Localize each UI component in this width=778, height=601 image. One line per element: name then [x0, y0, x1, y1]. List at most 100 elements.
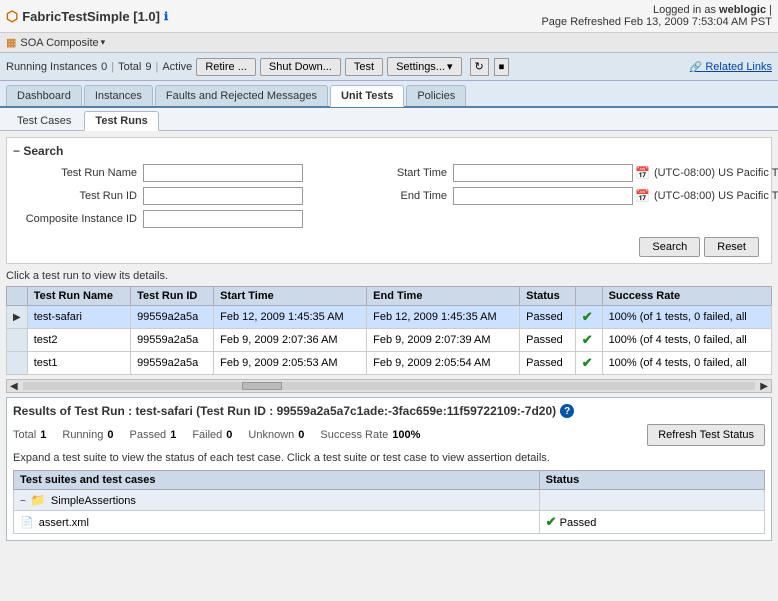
tab-unit-tests[interactable]: Unit Tests — [330, 85, 404, 107]
col-status[interactable]: Status — [520, 287, 576, 306]
row-arrow-icon: ▶ — [13, 312, 21, 323]
col-success-rate[interactable]: Success Rate — [602, 287, 771, 306]
search-form: Test Run Name Test Run ID Composite Inst… — [13, 164, 765, 233]
row-start-time: Feb 9, 2009 2:05:53 AM — [214, 352, 367, 375]
results-table-container: Test Run Name Test Run ID Start Time End… — [6, 286, 772, 375]
search-button[interactable]: Search — [639, 237, 700, 257]
row-start-time: Feb 12, 2009 1:45:35 AM — [214, 306, 367, 329]
row-start-time: Feb 9, 2009 2:07:36 AM — [214, 329, 367, 352]
col-suites[interactable]: Test suites and test cases — [14, 471, 540, 490]
row-name[interactable]: test1 — [27, 352, 130, 375]
end-time-timezone: (UTC-08:00) US Pacific Time — [654, 190, 778, 202]
tab-faults[interactable]: Faults and Rejected Messages — [155, 85, 328, 106]
test-case-row[interactable]: 📄 assert.xml ✔ Passed — [14, 511, 765, 534]
composite-instance-id-input[interactable] — [143, 210, 303, 228]
help-icon[interactable]: ? — [560, 404, 574, 418]
header-right: Logged in as weblogic | Page Refreshed F… — [541, 4, 772, 28]
active-label: Active — [162, 61, 192, 73]
file-icon: 📄 — [20, 517, 34, 529]
results-stats: Total 1 Running 0 Passed 1 Failed 0 Unkn… — [13, 424, 765, 446]
row-status: Passed — [520, 329, 576, 352]
app-header: ⬡ FabricTestSimple [1.0] ℹ Logged in as … — [0, 0, 778, 33]
app-title: FabricTestSimple [1.0] — [22, 9, 160, 24]
settings-dropdown-arrow: ▾ — [447, 60, 453, 73]
folder-icon: 📁 — [31, 493, 46, 507]
tab-dashboard[interactable]: Dashboard — [6, 85, 82, 106]
link-icon: 🔗 — [690, 62, 702, 73]
test-run-id-input[interactable] — [143, 187, 303, 205]
horizontal-scrollbar[interactable]: ◀ ▶ — [6, 379, 772, 393]
row-status-check: ✔ — [575, 306, 602, 329]
stat-unknown: Unknown 0 — [248, 429, 304, 441]
col-start-time[interactable]: Start Time — [214, 287, 367, 306]
reset-button[interactable]: Reset — [704, 237, 759, 257]
table-row[interactable]: test1 99559a2a5a Feb 9, 2009 2:05:53 AM … — [7, 352, 772, 375]
row-status-check: ✔ — [575, 352, 602, 375]
check-icon: ✔ — [582, 332, 593, 347]
collapse-icon: − — [13, 144, 20, 158]
col-end-time[interactable]: End Time — [367, 287, 520, 306]
sub-tab-test-cases[interactable]: Test Cases — [6, 111, 82, 130]
tab-policies[interactable]: Policies — [406, 85, 466, 106]
row-indicator: ▶ — [7, 306, 28, 329]
suite-name-cell: − 📁 SimpleAssertions — [14, 490, 540, 511]
start-time-calendar-icon[interactable]: 📅 — [635, 166, 650, 180]
logged-in-user: weblogic — [719, 4, 766, 16]
sub-tab-test-runs[interactable]: Test Runs — [84, 111, 158, 131]
stat-running: Running 0 — [62, 429, 113, 441]
row-end-time: Feb 9, 2009 2:07:39 AM — [367, 329, 520, 352]
scroll-right-button[interactable]: ▶ — [757, 381, 771, 392]
scroll-track[interactable] — [23, 382, 756, 390]
results-table: Test Run Name Test Run ID Start Time End… — [6, 286, 772, 375]
expand-hint: Expand a test suite to view the status o… — [13, 452, 765, 464]
start-time-label: Start Time — [323, 167, 453, 179]
results-header-text: Results of Test Run : test-safari (Test … — [13, 404, 556, 418]
tab-instances[interactable]: Instances — [84, 85, 153, 106]
test-case-name-cell: 📄 assert.xml — [14, 511, 540, 534]
suites-table: Test suites and test cases Status − 📁 Si… — [13, 470, 765, 534]
info-icon[interactable]: ℹ — [164, 10, 168, 23]
stop-icon[interactable]: ⏹ — [494, 58, 510, 76]
row-name[interactable]: test-safari — [27, 306, 130, 329]
table-row[interactable]: ▶ test-safari 99559a2a5a Feb 12, 2009 1:… — [7, 306, 772, 329]
row-success-rate: 100% (of 1 tests, 0 failed, all — [602, 306, 771, 329]
row-id: 99559a2a5a — [131, 352, 214, 375]
search-panel-header[interactable]: − Search — [13, 144, 765, 158]
test-case-name: assert.xml — [39, 517, 89, 529]
end-time-input[interactable] — [453, 187, 633, 205]
shutdown-button[interactable]: Shut Down... — [260, 58, 341, 76]
soa-dropdown-arrow[interactable]: ▾ — [101, 37, 106, 48]
test-run-id-label: Test Run ID — [13, 190, 143, 202]
composite-instance-id-row: Composite Instance ID — [13, 210, 303, 228]
soa-composite-label[interactable]: SOA Composite ▾ — [20, 37, 105, 49]
col-test-run-id[interactable]: Test Run ID — [131, 287, 214, 306]
related-link[interactable]: 🔗 Related Links — [690, 61, 772, 73]
suite-name: SimpleAssertions — [51, 495, 136, 507]
settings-button[interactable]: Settings... ▾ — [387, 57, 461, 76]
col-status-icon — [575, 287, 602, 306]
suite-row[interactable]: − 📁 SimpleAssertions — [14, 490, 765, 511]
row-end-time: Feb 9, 2009 2:05:54 AM — [367, 352, 520, 375]
results-section: Results of Test Run : test-safari (Test … — [6, 397, 772, 541]
stat-total: Total 1 — [13, 429, 46, 441]
check-icon: ✔ — [582, 355, 593, 370]
row-end-time: Feb 12, 2009 1:45:35 AM — [367, 306, 520, 329]
start-time-input[interactable] — [453, 164, 633, 182]
col-test-run-name[interactable]: Test Run Name — [27, 287, 130, 306]
row-indicator — [7, 329, 28, 352]
scroll-thumb[interactable] — [242, 382, 282, 390]
retire-button[interactable]: Retire ... — [196, 58, 256, 76]
stat-passed: Passed 1 — [129, 429, 176, 441]
test-run-id-row: Test Run ID — [13, 187, 303, 205]
end-time-calendar-icon[interactable]: 📅 — [635, 189, 650, 203]
expand-icon[interactable]: − — [20, 496, 26, 507]
total-value: 9 — [145, 61, 151, 73]
test-run-name-input[interactable] — [143, 164, 303, 182]
refresh-icon[interactable]: ↻ — [470, 58, 489, 76]
refresh-test-status-button[interactable]: Refresh Test Status — [647, 424, 765, 446]
table-row[interactable]: test2 99559a2a5a Feb 9, 2009 2:07:36 AM … — [7, 329, 772, 352]
col-suites-status[interactable]: Status — [539, 471, 764, 490]
test-button[interactable]: Test — [345, 58, 383, 76]
row-name[interactable]: test2 — [27, 329, 130, 352]
scroll-left-button[interactable]: ◀ — [7, 381, 21, 392]
